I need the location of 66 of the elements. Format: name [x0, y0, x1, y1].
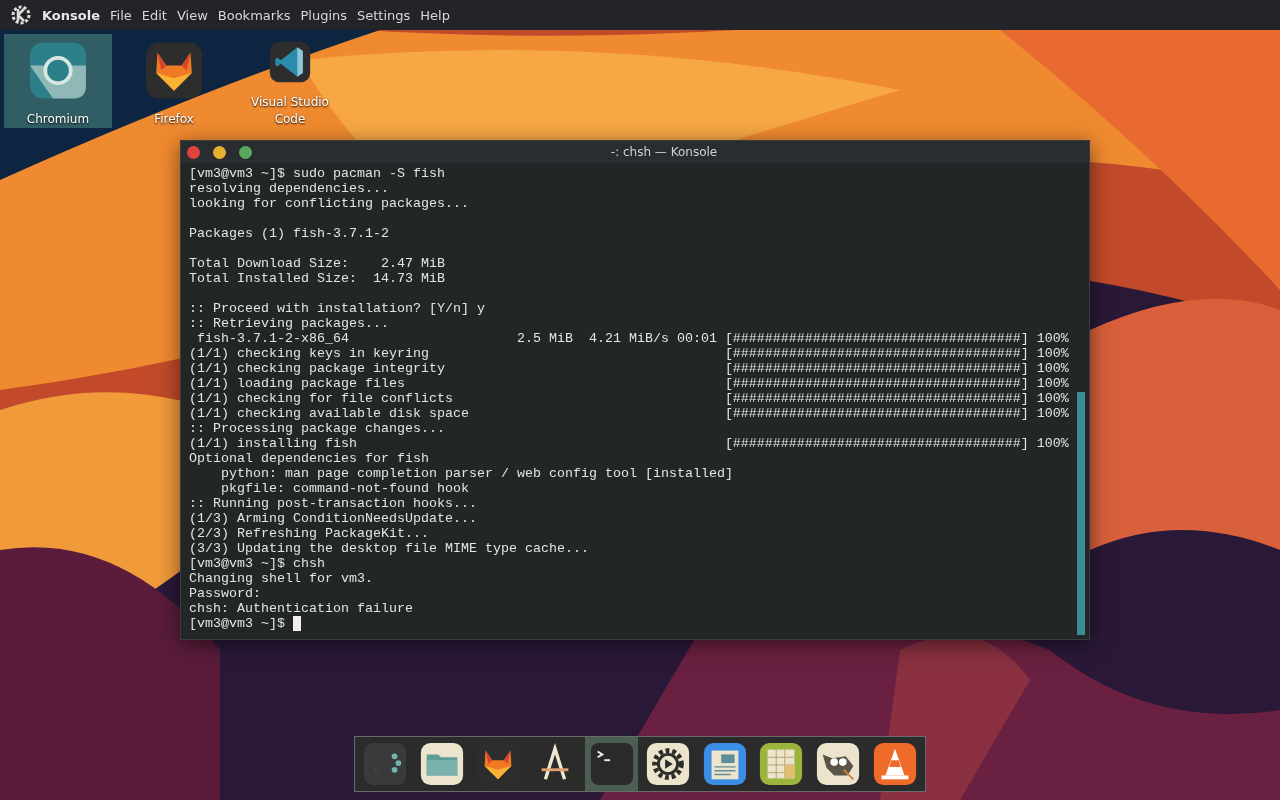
terminal-line: Optional dependencies for fish — [189, 451, 429, 466]
spreadsheet-icon — [758, 741, 805, 787]
traffic-cone-icon — [871, 741, 918, 787]
progress-bar-text: [####################################] — [724, 436, 1029, 451]
terminal-line: (2/3) Refreshing PackageKit... — [189, 526, 429, 541]
terminal-line: [vm3@vm3 ~]$ sudo pacman -S fish — [189, 166, 445, 181]
progress-bar-text: [####################################] — [724, 376, 1029, 391]
terminal-line: :: Running post-transaction hooks... — [189, 496, 477, 511]
menu-item[interactable]: View — [176, 7, 208, 23]
progress-bar-text: [####################################] — [724, 361, 1029, 376]
menu-item[interactable]: Help — [420, 7, 450, 23]
terminal-line: (1/1) checking package integrity — [189, 361, 445, 376]
progress-bar-text: [####################################] — [724, 331, 1029, 346]
desktop-icon-label: Chromium — [25, 111, 91, 128]
progress-percent: 100% — [1036, 436, 1069, 451]
progress-percent: 100% — [1036, 346, 1069, 361]
terminal-line: (1/1) installing fish — [189, 436, 357, 451]
progress-percent: 100% — [1036, 391, 1069, 406]
terminal-line: :: Retrieving packages... — [189, 316, 389, 331]
terminal-line: (3/3) Updating the desktop file MIME type cache... — [189, 541, 589, 556]
menu-item[interactable]: Bookmarks — [217, 7, 291, 23]
folder-icon — [418, 741, 465, 787]
menu-item[interactable]: Settings — [357, 7, 411, 23]
terminal-line: (1/1) checking available disk space — [189, 406, 469, 421]
terminal-line: pkgfile: command-not-found hook — [220, 481, 469, 496]
menu-item[interactable]: Plugins — [300, 7, 347, 23]
maximize-button[interactable] — [239, 145, 252, 159]
window-title: -: chsh — Konsole — [610, 145, 718, 159]
close-button[interactable] — [187, 145, 200, 159]
terminal-line: (1/3) Arming ConditionNeedsUpdate... — [189, 511, 477, 526]
kde-logo-icon[interactable] — [10, 4, 32, 26]
progress-bar-text: [####################################] — [724, 391, 1029, 406]
progress-bar-text: [####################################] — [724, 346, 1029, 361]
terminal-line: chsh: Authentication failure — [189, 601, 413, 616]
terminal-icon — [588, 741, 635, 787]
terminal-line: resolving dependencies... — [189, 181, 389, 196]
scrollbar-thumb[interactable] — [1077, 392, 1085, 635]
terminal-line: Total Installed Size: 14.73 MiB — [189, 271, 445, 286]
terminal-line: (1/1) loading package files — [189, 376, 405, 391]
terminal-line: Password: — [189, 586, 261, 601]
terminal-line: looking for conflicting packages... — [189, 196, 469, 211]
progress-percent: 100% — [1036, 331, 1069, 346]
progress-percent: 100% — [1036, 406, 1069, 421]
terminal-line: Total Download Size: 2.47 MiB — [189, 256, 445, 271]
progress-bar-text: [####################################] — [724, 406, 1029, 421]
terminal-line: Changing shell for vm3. — [189, 571, 373, 586]
desktop-icon-label: Visual Studio Code — [250, 94, 330, 128]
terminal-line: :: Processing package changes... — [189, 421, 445, 436]
app-name: Konsole — [42, 7, 100, 23]
desktop-icon-label: Firefox — [153, 111, 195, 128]
minimize-button[interactable] — [213, 145, 226, 159]
settings-icon — [645, 741, 692, 787]
terminal-line: Packages (1) fish-3.7.1-2 — [189, 226, 389, 241]
menu-item[interactable]: Edit — [141, 7, 167, 23]
terminal-line: python: man page completion parser / web config tool [installed] — [220, 466, 733, 481]
progress-percent: 100% — [1036, 376, 1069, 391]
terminal-line: [vm3@vm3 ~]$ chsh — [189, 556, 325, 571]
document-icon — [701, 741, 748, 787]
terminal-line: :: Proceed with installation? [Y/n] y — [189, 301, 485, 316]
terminal-prompt: [vm3@vm3 ~]$ — [189, 616, 286, 631]
desktop-icon[interactable]: Chromium — [4, 34, 112, 128]
terminal-line: (1/1) checking for file conflicts — [189, 391, 453, 406]
menu-item[interactable]: File — [110, 7, 132, 23]
progress-percent: 100% — [1036, 361, 1069, 376]
terminal-line: fish-3.7.1-2-x86_64 2.5 MiB 4.21 MiB/s 00:01 — [196, 331, 717, 346]
terminal-line: (1/1) checking keys in keyring — [189, 346, 429, 361]
